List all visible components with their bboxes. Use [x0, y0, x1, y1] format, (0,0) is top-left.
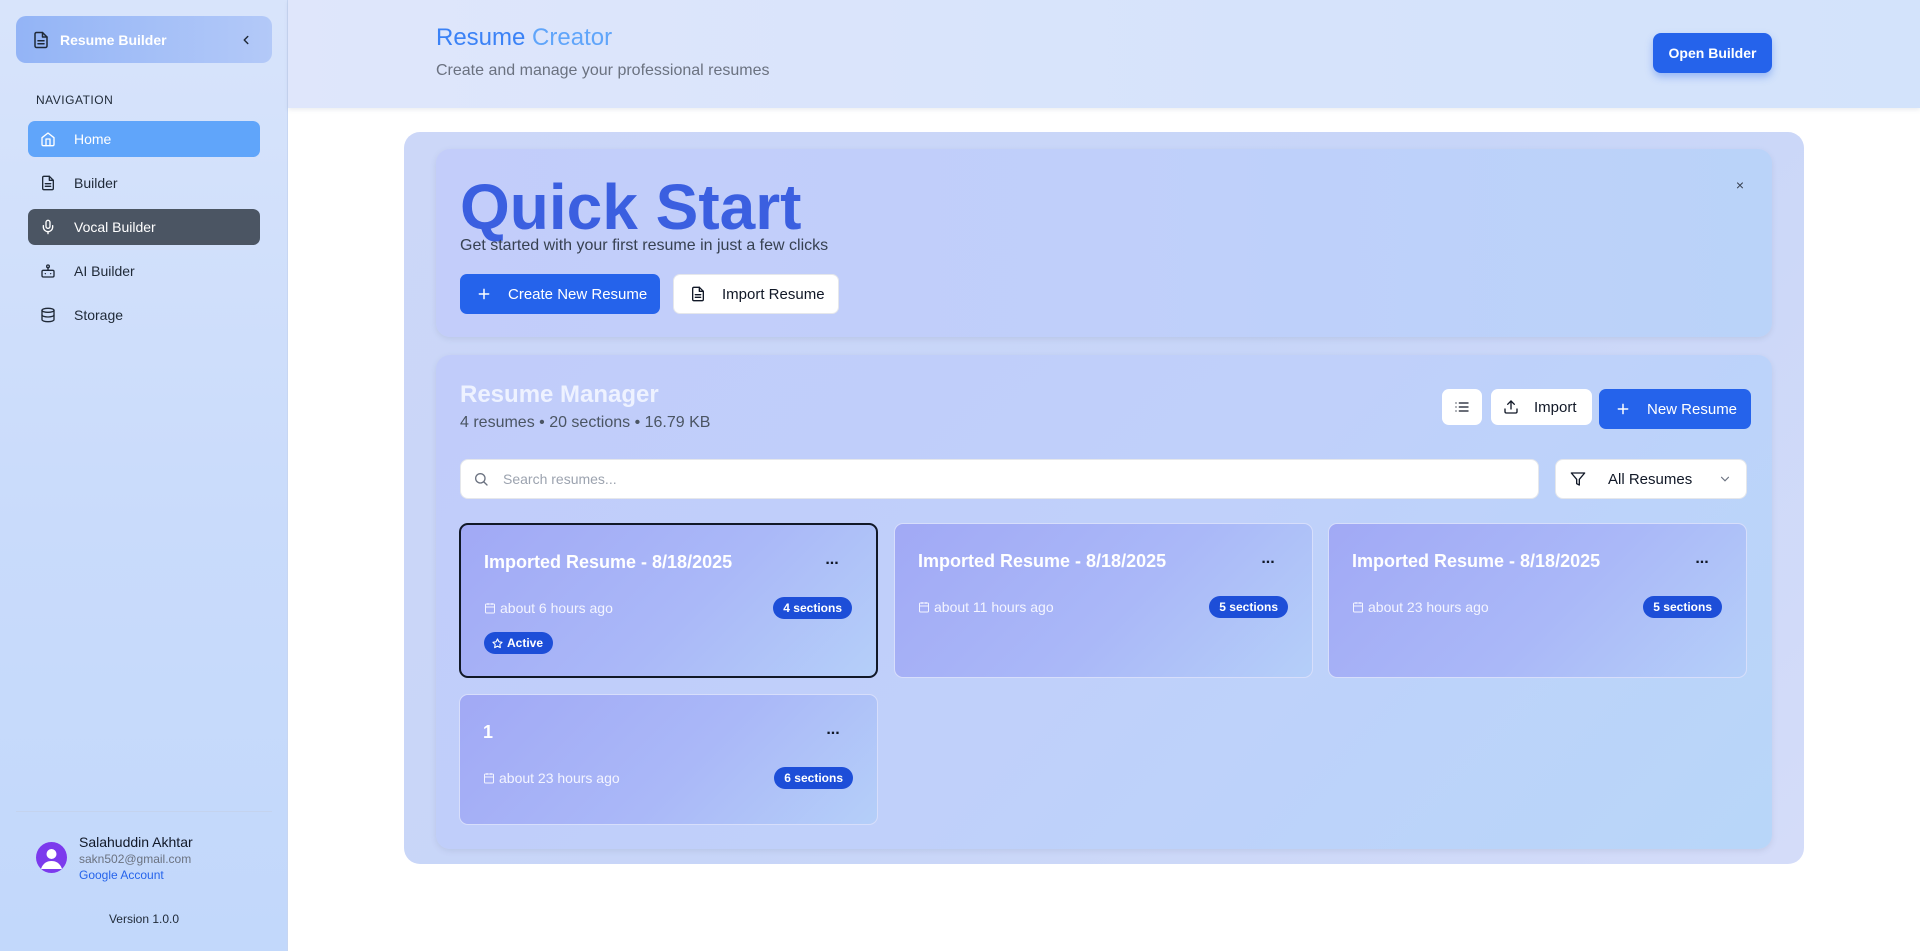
- bot-icon: [40, 263, 56, 279]
- quick-start-title: Quick Start: [460, 171, 802, 243]
- import-resume-label: Import Resume: [722, 285, 825, 303]
- resume-card-time-label: about 23 hours ago: [499, 770, 620, 786]
- list-icon: [1454, 399, 1470, 415]
- filter-select[interactable]: All Resumes: [1555, 459, 1747, 499]
- page-title-part2: Creator: [532, 24, 613, 51]
- resume-card-time: about 6 hours ago: [484, 600, 613, 616]
- mic-icon: [40, 219, 56, 235]
- resume-manager: Resume Manager 4 resumes • 20 sections •…: [436, 355, 1772, 849]
- list-view-button[interactable]: [1442, 389, 1482, 425]
- version-label: Version 1.0.0: [108, 912, 180, 926]
- new-resume-button[interactable]: New Resume: [1599, 389, 1751, 429]
- user-account-link[interactable]: Google Account: [79, 867, 193, 883]
- calendar-icon: [1352, 601, 1364, 613]
- star-icon: [492, 637, 503, 649]
- resume-card-time-label: about 6 hours ago: [500, 600, 613, 616]
- sidebar-item-label: Home: [74, 131, 112, 147]
- page-title: Resume Creator: [436, 24, 612, 52]
- sections-badge: 5 sections: [1643, 596, 1722, 618]
- user-email: sakn502@gmail.com: [79, 852, 192, 866]
- upload-icon: [1503, 399, 1519, 415]
- main-panel: Quick Start Get started with your first …: [404, 132, 1804, 864]
- page-header: Resume Creator Create and manage your pr…: [288, 0, 1920, 108]
- sidebar-nav: Home Builder Vocal Builder AI Builder St…: [28, 121, 260, 341]
- sidebar-item-ai-builder[interactable]: AI Builder: [28, 253, 260, 289]
- create-new-resume-button[interactable]: Create New Resume: [460, 274, 660, 314]
- plus-icon: [1615, 401, 1631, 417]
- avatar: [36, 842, 67, 873]
- user-name: Salahuddin Akhtar: [79, 834, 193, 850]
- sidebar-item-label: Storage: [74, 307, 124, 323]
- import-label: Import: [1534, 398, 1577, 416]
- resume-card-title: Imported Resume - 8/18/2025: [918, 551, 1167, 571]
- brand-label: Resume Builder: [60, 31, 167, 48]
- database-icon: [40, 307, 56, 323]
- resume-card-title: 1: [483, 722, 494, 742]
- plus-icon: [476, 286, 492, 302]
- sidebar: Resume Builder NAVIGATION Home Builder V…: [0, 0, 288, 951]
- sidebar-item-home[interactable]: Home: [28, 121, 260, 157]
- page-subtitle: Create and manage your professional resu…: [436, 62, 770, 79]
- create-new-resume-label: Create New Resume: [508, 285, 648, 303]
- resume-card-time: about 11 hours ago: [918, 599, 1054, 615]
- close-icon[interactable]: ×: [1730, 175, 1750, 195]
- nav-heading: NAVIGATION: [36, 93, 114, 107]
- sections-badge: 5 sections: [1209, 596, 1288, 618]
- user-profile[interactable]: Salahuddin Akhtar sakn502@gmail.com Goog…: [36, 833, 193, 883]
- chevron-left-icon[interactable]: [236, 30, 256, 50]
- import-button[interactable]: Import: [1491, 389, 1592, 425]
- sidebar-item-vocal-builder[interactable]: Vocal Builder: [28, 209, 260, 245]
- file-icon: [690, 286, 706, 302]
- resume-card[interactable]: Imported Resume - 8/18/2025 ... about 11…: [894, 523, 1313, 678]
- sidebar-item-storage[interactable]: Storage: [28, 297, 260, 333]
- resume-card-time-label: about 23 hours ago: [1368, 599, 1489, 615]
- sections-badge: 6 sections: [774, 767, 853, 789]
- filter-icon: [1570, 471, 1586, 487]
- more-menu-icon[interactable]: ...: [1692, 551, 1712, 572]
- home-icon: [40, 131, 56, 147]
- quick-start-card: Quick Start Get started with your first …: [436, 149, 1772, 337]
- calendar-icon: [484, 602, 496, 614]
- sections-badge: 4 sections: [773, 597, 852, 619]
- more-menu-icon[interactable]: ...: [823, 722, 843, 743]
- file-icon: [40, 175, 56, 191]
- sidebar-divider: [16, 811, 272, 812]
- open-builder-button[interactable]: Open Builder: [1653, 33, 1772, 73]
- file-text-icon: [32, 31, 50, 49]
- quick-start-subtitle: Get started with your first resume in ju…: [460, 237, 829, 254]
- resume-card[interactable]: 1 ... about 23 hours ago 6 sections: [459, 694, 878, 825]
- search-input[interactable]: [503, 471, 1538, 487]
- new-resume-label: New Resume: [1647, 400, 1738, 418]
- active-badge-label: Active: [507, 636, 544, 650]
- more-menu-icon[interactable]: ...: [1258, 551, 1278, 572]
- user-info: Salahuddin Akhtar sakn502@gmail.com Goog…: [79, 833, 193, 883]
- active-badge: Active: [484, 632, 554, 654]
- resume-card-title: Imported Resume - 8/18/2025: [1352, 551, 1601, 571]
- resume-manager-title: Resume Manager: [460, 381, 659, 408]
- search-bar: [460, 459, 1539, 499]
- resume-manager-stats: 4 resumes • 20 sections • 16.79 KB: [460, 414, 711, 431]
- sidebar-item-label: Vocal Builder: [74, 219, 156, 235]
- calendar-icon: [483, 772, 495, 784]
- brand-header[interactable]: Resume Builder: [16, 16, 272, 63]
- sidebar-item-builder[interactable]: Builder: [28, 165, 260, 201]
- resume-card-time: about 23 hours ago: [483, 770, 620, 786]
- resume-card[interactable]: Imported Resume - 8/18/2025 ... about 6 …: [459, 523, 878, 678]
- import-resume-button[interactable]: Import Resume: [673, 274, 839, 314]
- search-icon: [473, 471, 489, 487]
- page-title-part1: Resume: [436, 24, 533, 51]
- sidebar-item-label: Builder: [74, 175, 118, 191]
- resume-card-time: about 23 hours ago: [1352, 599, 1489, 615]
- more-menu-icon[interactable]: ...: [822, 552, 842, 573]
- filter-value: All Resumes: [1608, 470, 1693, 488]
- sidebar-item-label: AI Builder: [74, 263, 135, 279]
- chevron-down-icon: [1718, 472, 1732, 486]
- resume-card-time-label: about 11 hours ago: [934, 599, 1054, 615]
- resume-card-title: Imported Resume - 8/18/2025: [484, 552, 733, 572]
- resume-card[interactable]: Imported Resume - 8/18/2025 ... about 23…: [1328, 523, 1747, 678]
- calendar-icon: [918, 601, 930, 613]
